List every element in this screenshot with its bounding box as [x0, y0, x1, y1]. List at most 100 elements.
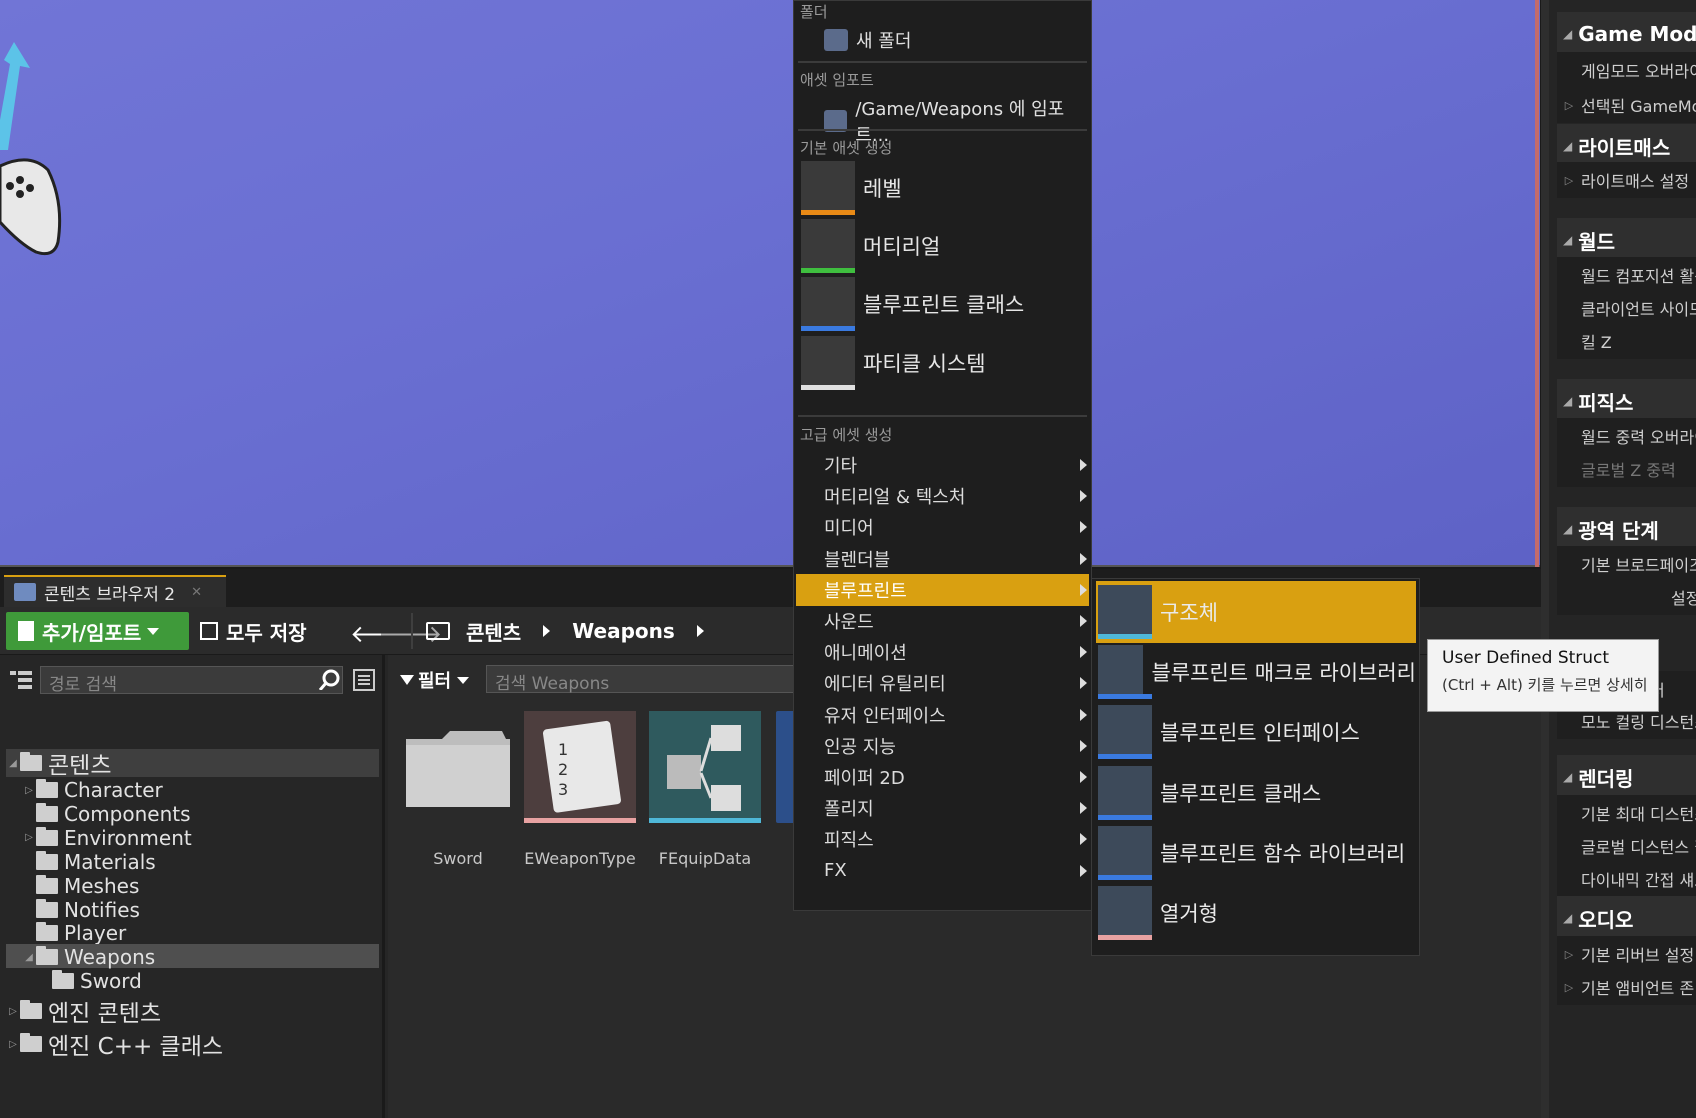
details-property-row[interactable]: 설정	[1557, 579, 1696, 615]
submenu-item[interactable]: 블루프린트 함수 라이브러리	[1096, 822, 1416, 884]
collapse-triangle-icon[interactable]: ◢	[1563, 394, 1572, 408]
add-import-button[interactable]: 추가/임포트	[6, 612, 189, 650]
details-property-row[interactable]: 기본 브로드페이즈	[1557, 546, 1696, 582]
expand-arrow-icon[interactable]: ▷	[1557, 99, 1581, 112]
details-section-header[interactable]: ◢ 렌더링	[1557, 755, 1696, 799]
menu-item-basic[interactable]: 레벨	[801, 159, 1086, 217]
collapse-triangle-icon[interactable]: ◢	[1563, 233, 1572, 247]
details-section-header[interactable]: ◢ 오디오	[1557, 896, 1696, 940]
expand-arrow-icon[interactable]: ▷	[6, 1039, 20, 1050]
details-property-row[interactable]: 글로벌 Z 중력	[1557, 451, 1696, 487]
collapse-triangle-icon[interactable]: ◢	[6, 758, 20, 769]
breadcrumb-arrow-icon[interactable]	[543, 625, 551, 637]
collapse-triangle-icon[interactable]: ◢	[1563, 770, 1572, 784]
tree-item-folder[interactable]: Sword	[38, 969, 142, 993]
save-all-button[interactable]: 모두 저장	[200, 612, 307, 650]
collapse-triangle-icon[interactable]: ◢	[1563, 27, 1572, 41]
expand-arrow-icon[interactable]: ▷	[22, 785, 36, 796]
submenu-item[interactable]: 블루프린트 매크로 라이브러리	[1096, 641, 1416, 703]
enum-icon	[1098, 886, 1152, 940]
asset-search-input[interactable]: 검색 Weapons	[486, 665, 796, 694]
menu-submenu-item[interactable]: 인공 지능	[796, 730, 1089, 762]
menu-submenu-item[interactable]: 페이퍼 2D	[796, 761, 1089, 793]
tree-item-folder[interactable]: ▷ Character	[22, 778, 163, 802]
expand-arrow-icon[interactable]: ▷	[1557, 948, 1581, 961]
tree-item-folder[interactable]: Notifies	[22, 898, 140, 922]
menu-item-label: 유저 인터페이스	[824, 705, 946, 727]
details-property-row[interactable]: 킬 Z	[1557, 323, 1696, 359]
expand-arrow-icon[interactable]: ▷	[6, 1006, 20, 1017]
tree-item-folder[interactable]: Player	[22, 921, 126, 945]
collapse-triangle-icon[interactable]: ◢	[1563, 139, 1572, 153]
expand-arrow-icon[interactable]: ▷	[1557, 981, 1581, 994]
tree-item-engine-content[interactable]: ▷ 엔진 콘텐츠	[6, 999, 161, 1027]
menu-item-basic[interactable]: 머티리얼	[801, 217, 1086, 275]
menu-submenu-item[interactable]: 머티리얼 & 텍스처	[796, 480, 1089, 512]
property-label: 기본 브로드페이즈	[1581, 556, 1696, 575]
breadcrumb-arrow-icon[interactable]	[696, 625, 704, 637]
asset-tile[interactable]: 1 2 3 EWeaponType	[524, 711, 636, 868]
details-property-row[interactable]: 월드 중력 오버라이	[1557, 418, 1696, 454]
tree-item-folder[interactable]: ▷ Environment	[22, 826, 192, 850]
menu-item-basic[interactable]: 블루프린트 클래스	[801, 275, 1086, 333]
menu-submenu-item[interactable]: 미디어	[796, 511, 1089, 543]
details-section-header[interactable]: ◢ 피직스	[1557, 379, 1696, 423]
menu-submenu-item[interactable]: FX	[796, 855, 1089, 887]
expand-arrow-icon[interactable]: ▷	[1557, 174, 1581, 187]
search-icon[interactable]	[318, 668, 340, 690]
asset-type-color-bar	[1098, 694, 1152, 700]
collapse-triangle-icon[interactable]: ◢	[22, 952, 36, 963]
asset-tile[interactable]: Sword	[402, 711, 514, 868]
details-section-header[interactable]: ◢ Game Mode	[1557, 12, 1696, 56]
tree-item-folder[interactable]: Meshes	[22, 874, 139, 898]
close-tab-icon[interactable]: ✕	[191, 585, 202, 600]
details-property-row[interactable]: ▷기본 앰비언트 존 설	[1557, 969, 1696, 1005]
details-property-row[interactable]: 다이내믹 간접 섀도	[1557, 861, 1696, 897]
expand-arrow-icon[interactable]: ▷	[22, 832, 36, 843]
menu-submenu-item[interactable]: 기타	[796, 449, 1089, 481]
details-property-row[interactable]: 클라이언트 사이드	[1557, 290, 1696, 326]
submenu-item[interactable]: 구조체	[1096, 581, 1416, 643]
tree-item-folder[interactable]: ◢ Weapons	[22, 945, 155, 969]
submenu-item[interactable]: 블루프린트 인터페이스	[1096, 701, 1416, 763]
menu-submenu-item[interactable]: 사운드	[796, 605, 1089, 637]
tab-content-browser-2[interactable]: 콘텐츠 브라우저 2 ✕	[4, 575, 226, 607]
tree-item-folder[interactable]: Components	[22, 802, 191, 826]
details-property-row[interactable]: 게임모드 오버라이	[1557, 52, 1696, 88]
level-viewport[interactable]	[0, 0, 1540, 567]
asset-tile-partial[interactable]	[776, 711, 794, 823]
details-property-row[interactable]: ▷선택된 GameMod	[1557, 87, 1696, 123]
details-section-header[interactable]: ◢ 광역 단계	[1557, 507, 1696, 551]
menu-submenu-item[interactable]: 피직스	[796, 823, 1089, 855]
collapse-triangle-icon[interactable]: ◢	[1563, 911, 1572, 925]
menu-submenu-item[interactable]: 애니메이션	[796, 636, 1089, 668]
filter-button[interactable]: 필터	[400, 667, 470, 693]
details-section-header[interactable]: ◢ 월드	[1557, 218, 1696, 262]
menu-submenu-item[interactable]: 블렌더블	[796, 543, 1089, 575]
view-options-icon[interactable]	[353, 669, 375, 691]
menu-item-new-folder[interactable]: 새 폴더	[824, 27, 911, 53]
details-property-row[interactable]: 월드 컴포지션 활성	[1557, 257, 1696, 293]
details-property-row[interactable]: ▷ 라이트매스 설정	[1557, 162, 1696, 198]
tree-item-root[interactable]: ◢ 콘텐츠	[6, 751, 111, 779]
sources-toggle-icon[interactable]	[10, 669, 32, 691]
menu-item-basic[interactable]: 파티클 시스템	[801, 334, 1086, 392]
breadcrumb-weapons[interactable]: Weapons	[572, 619, 675, 643]
path-search-input[interactable]: 경로 검색	[40, 666, 343, 695]
breadcrumb: 콘텐츠 Weapons	[426, 612, 726, 650]
details-property-row[interactable]: ▷ 기본 리버브 설정	[1557, 936, 1696, 972]
details-property-row[interactable]: 기본 최대 디스턴스	[1557, 795, 1696, 831]
asset-tile[interactable]: FEquipData	[649, 711, 761, 868]
submenu-item[interactable]: 열거형	[1096, 882, 1416, 944]
tree-item-folder[interactable]: Materials	[22, 850, 156, 874]
menu-submenu-item[interactable]: 블루프린트	[796, 573, 1089, 606]
tree-item-engine-cpp[interactable]: ▷ 엔진 C++ 클래스	[6, 1032, 223, 1060]
collapse-triangle-icon[interactable]: ◢	[1563, 522, 1572, 536]
submenu-item[interactable]: 블루프린트 클래스	[1096, 762, 1416, 824]
details-property-row[interactable]: 글로벌 디스턴스 필	[1557, 828, 1696, 864]
breadcrumb-content[interactable]: 콘텐츠	[466, 617, 521, 646]
tree-item-label: Environment	[64, 825, 192, 850]
menu-submenu-item[interactable]: 유저 인터페이스	[796, 699, 1089, 731]
menu-submenu-item[interactable]: 에디터 유틸리티	[796, 667, 1089, 699]
menu-submenu-item[interactable]: 폴리지	[796, 792, 1089, 824]
